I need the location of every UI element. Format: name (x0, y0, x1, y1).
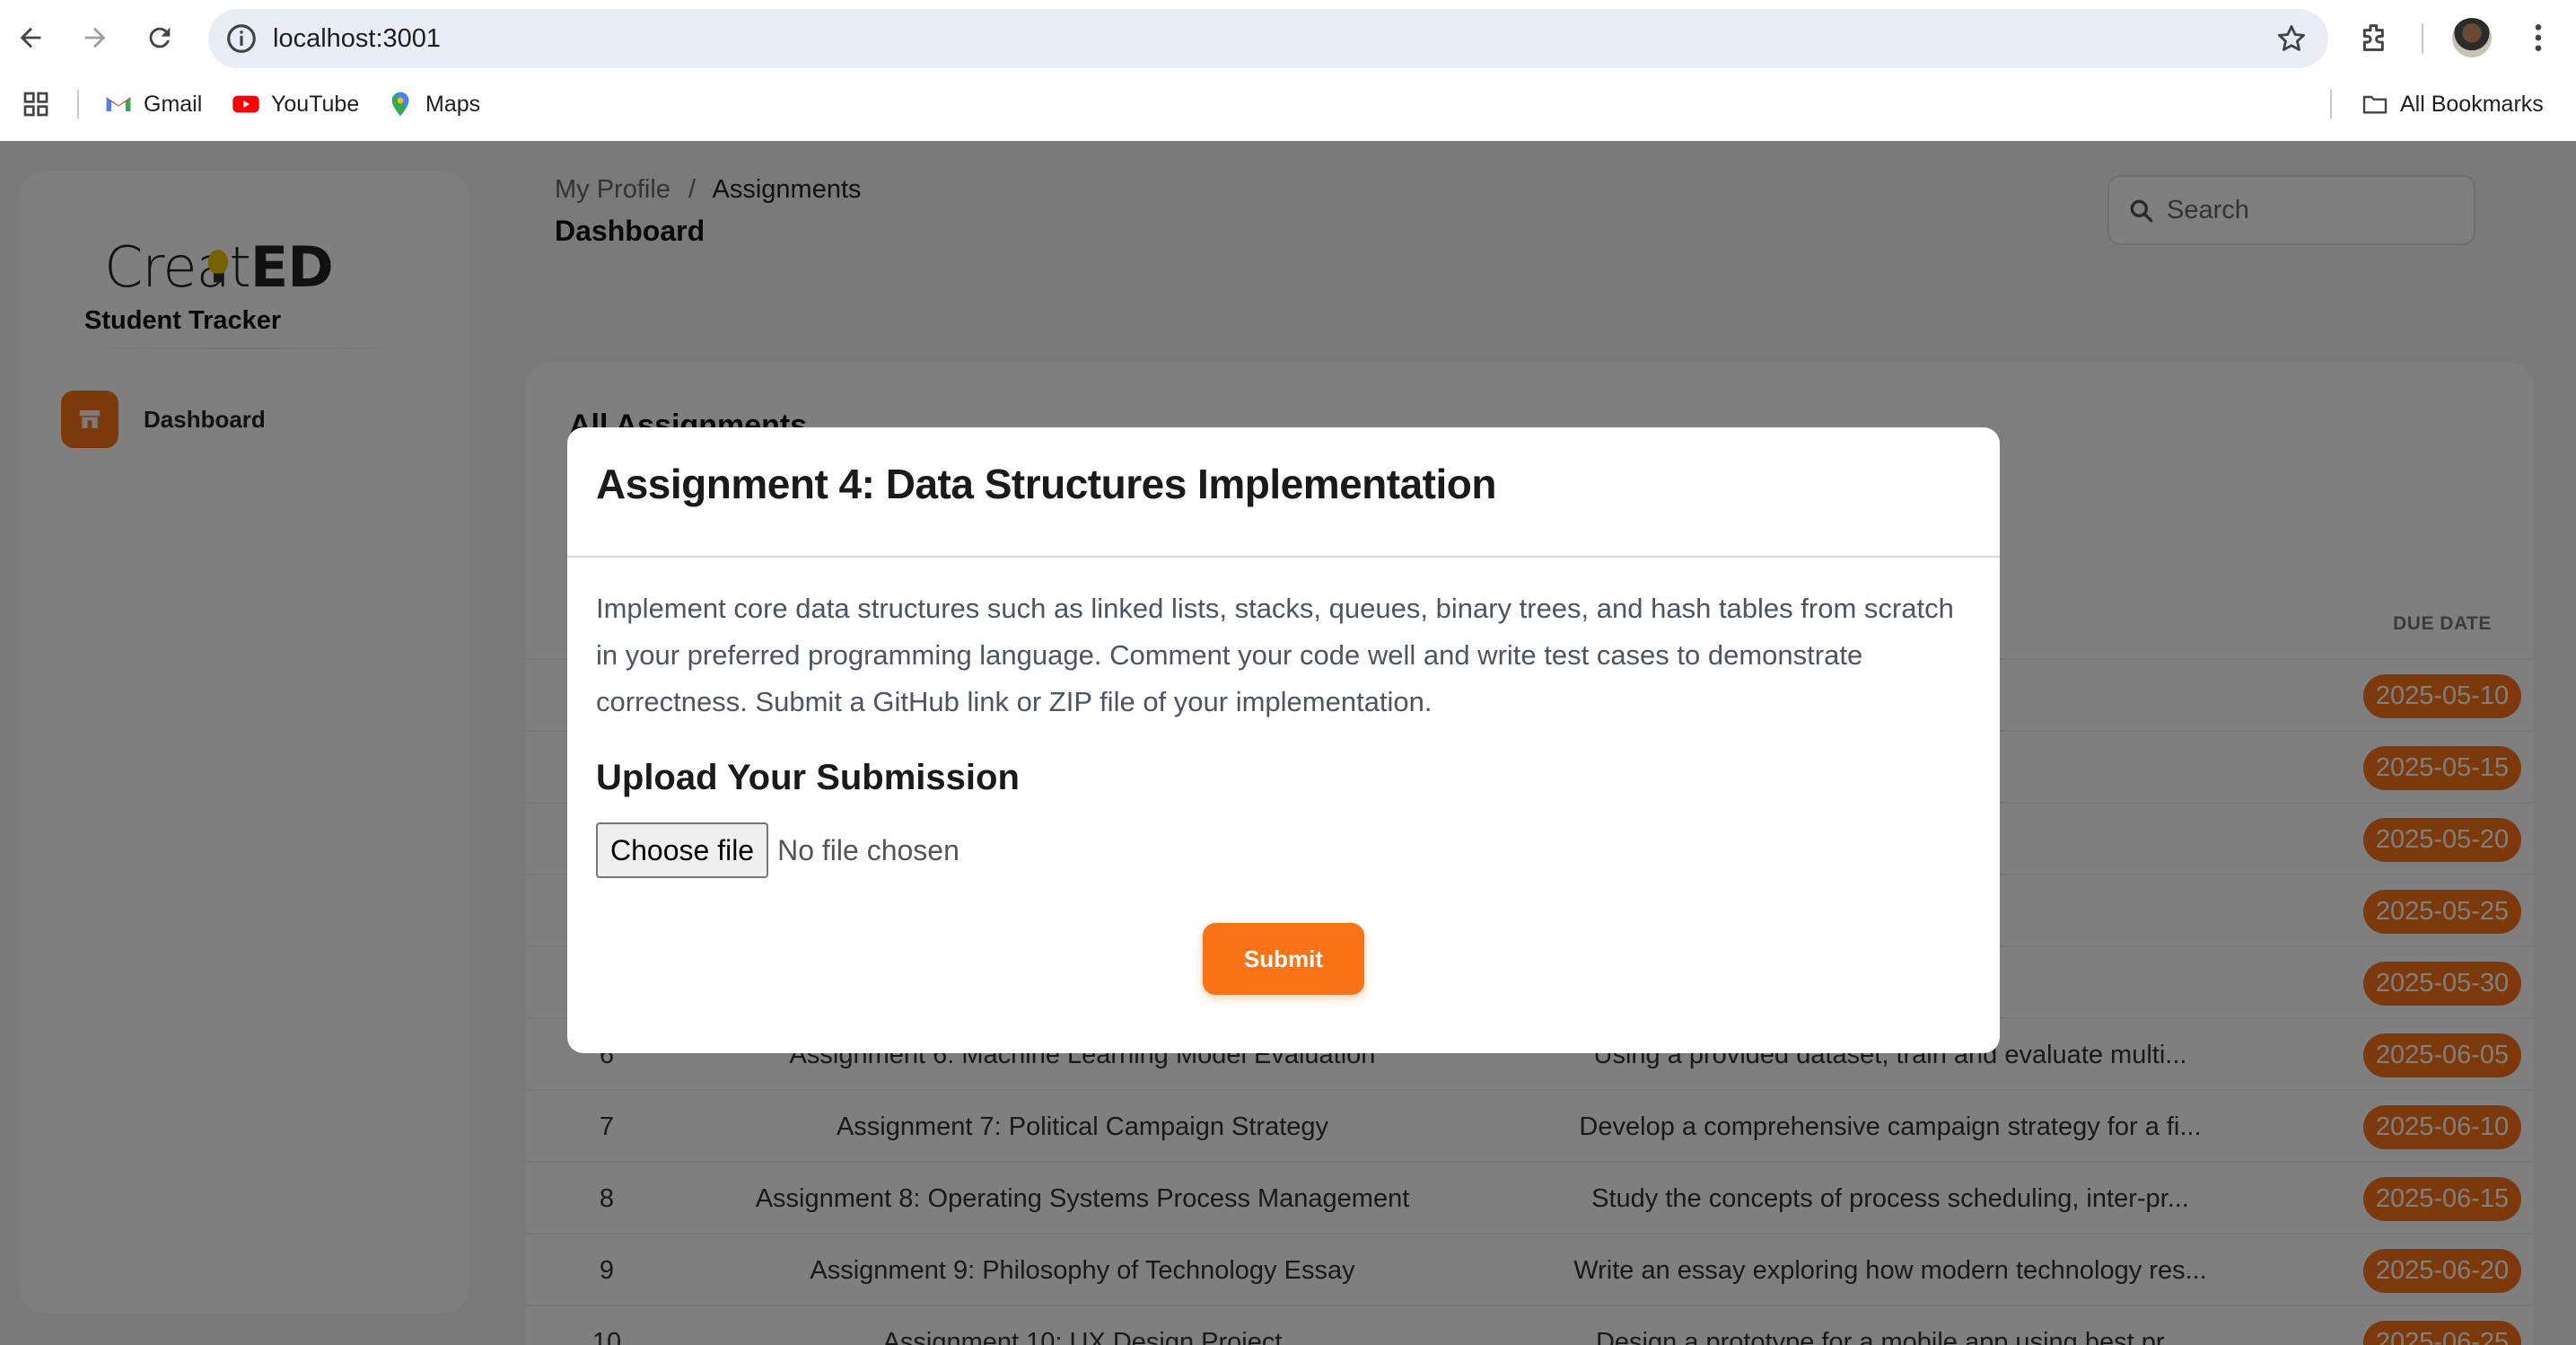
info-icon[interactable] (224, 22, 258, 56)
choose-file-button[interactable]: Choose file (596, 822, 769, 878)
extensions-icon[interactable] (2357, 20, 2393, 56)
bookmarks-bar: Gmail YouTube Maps All Bookmarks (0, 79, 2576, 129)
assignment-description: Implement core data structures such as l… (596, 593, 1954, 717)
gmail-icon (106, 97, 131, 111)
all-bookmarks-button[interactable]: All Bookmarks (2361, 79, 2544, 129)
url-text[interactable]: localhost:3001 (273, 9, 441, 68)
bookmark-label: Gmail (144, 91, 203, 117)
arrow-right-icon (84, 27, 106, 48)
reload-button[interactable] (138, 16, 181, 59)
bookmarks-divider (2330, 90, 2332, 119)
bookmark-label: Maps (425, 91, 481, 117)
maps-pin-icon (391, 92, 409, 117)
address-bar[interactable]: localhost:3001 (208, 9, 2328, 68)
youtube-icon (232, 95, 259, 113)
app-viewport: CreatED Student Tracker Dashboard My Pro… (0, 141, 2576, 1345)
all-bookmarks-label: All Bookmarks (2400, 91, 2544, 117)
folder-icon (2362, 95, 2388, 114)
bookmark-label: YouTube (271, 91, 360, 117)
bookmark-gmail[interactable]: Gmail (104, 79, 202, 129)
bookmark-youtube[interactable]: YouTube (232, 79, 359, 129)
file-input: Choose file No file chosen (596, 822, 959, 878)
modal-header: Assignment 4: Data Structures Implementa… (567, 427, 2000, 558)
bookmarks-divider (77, 90, 79, 119)
back-button[interactable] (9, 16, 52, 59)
apps-button[interactable] (22, 79, 50, 129)
modal-title: Assignment 4: Data Structures Implementa… (596, 461, 1496, 507)
toolbar-divider (2422, 23, 2423, 54)
assignment-modal: Assignment 4: Data Structures Implementa… (567, 427, 2000, 1053)
arrow-left-icon (20, 27, 41, 48)
upload-heading: Upload Your Submission (596, 758, 1020, 797)
forward-button[interactable] (74, 16, 117, 59)
browser-chrome: localhost:3001 Gmail YouTube Maps All Bo… (0, 0, 2576, 141)
submit-button[interactable]: Submit (1203, 923, 1364, 995)
file-status: No file chosen (777, 833, 959, 866)
profile-avatar[interactable] (2452, 18, 2492, 57)
star-icon[interactable] (2274, 22, 2309, 56)
reload-icon (149, 27, 171, 48)
more-menu-icon[interactable] (2520, 20, 2556, 56)
bookmark-maps[interactable]: Maps (386, 79, 480, 129)
apps-grid-icon (23, 92, 48, 117)
